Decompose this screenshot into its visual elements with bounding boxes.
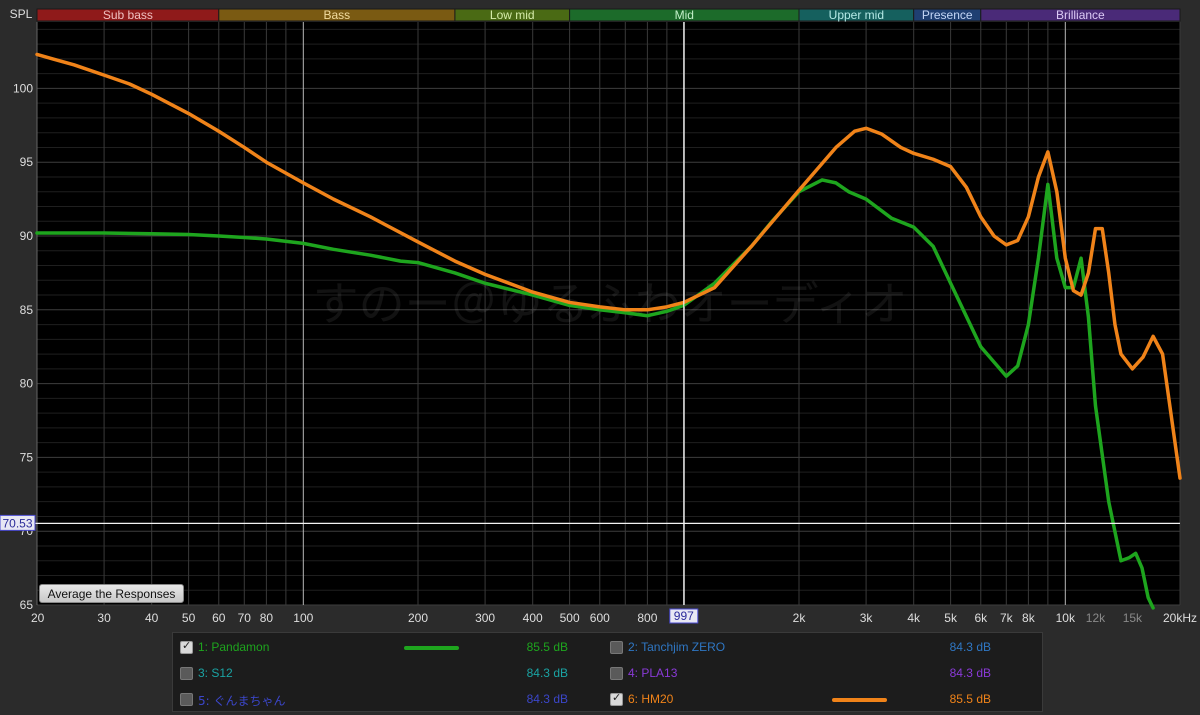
x-tick-60: 60	[212, 611, 226, 625]
legend-value-gunmachan: 84.3 dB	[526, 692, 568, 706]
x-tick-50: 50	[182, 611, 196, 625]
checkbox-pla13[interactable]	[610, 667, 623, 680]
x-tick-8k: 8k	[1022, 611, 1036, 625]
band-label-upper-mid: Upper mid	[829, 8, 884, 22]
y-tick-80: 80	[20, 377, 34, 391]
legend-value-pla13: 84.3 dB	[949, 666, 991, 680]
x-tick-6k: 6k	[974, 611, 988, 625]
x-tick-100: 100	[293, 611, 313, 625]
x-tick-20: 20	[31, 611, 45, 625]
legend-item-2[interactable]: 2: Tanchjim ZERO 84.3 dB	[610, 637, 1030, 657]
legend-item-1[interactable]: 1: Pandamon 85.5 dB	[180, 637, 600, 657]
legend-value-s12: 84.3 dB	[526, 666, 568, 680]
y-tick-95: 95	[20, 155, 34, 169]
band-label-brilliance: Brilliance	[1056, 8, 1105, 22]
legend-label-hm20: 6: HM20	[628, 692, 674, 706]
legend-label-tanchjim-zero: 2: Tanchjim ZERO	[628, 640, 726, 654]
y-tick-100: 100	[13, 81, 33, 95]
legend-item-5[interactable]: 5: ぐんまちゃん 84.3 dB	[180, 689, 600, 709]
band-label-low-mid: Low mid	[490, 8, 535, 22]
x-tick-15k: 15k	[1123, 611, 1143, 625]
legend-panel: 1: Pandamon 85.5 dB 2: Tanchjim ZERO 84.…	[172, 632, 1043, 712]
x-tick-20khz: 20kHz	[1163, 611, 1197, 625]
y-tick-90: 90	[20, 229, 34, 243]
legend-swatch-pandamon	[404, 646, 459, 650]
x-axis-ticks: 20 30 40 50 60 70 80 100 200 300 400 500 600 800 2k 3k 4…	[31, 611, 1197, 625]
legend-value-tanchjim-zero: 84.3 dB	[949, 640, 991, 654]
x-tick-40: 40	[145, 611, 159, 625]
x-tick-200: 200	[408, 611, 428, 625]
band-label-mid: Mid	[675, 8, 694, 22]
frequency-response-chart[interactable]: Sub bass Bass Low mid Mid Upper mid Presence B…	[0, 0, 1200, 632]
x-tick-70: 70	[238, 611, 252, 625]
legend-label-gunmachan: 5: ぐんまちゃん	[198, 694, 286, 708]
y-tick-65: 65	[20, 598, 34, 612]
legend-item-6[interactable]: 6: HM20 85.5 dB	[610, 689, 1030, 709]
x-tick-30: 30	[97, 611, 111, 625]
watermark: すのー＠ゆるふわオーディオ	[313, 277, 908, 331]
checkbox-pandamon[interactable]	[180, 639, 193, 654]
band-label-bass: Bass	[324, 8, 351, 22]
legend-value-hm20: 85.5 dB	[949, 692, 991, 706]
frequency-bands: Sub bass Bass Low mid Mid Upper mid Presence B…	[36, 8, 1181, 22]
checkbox-s12[interactable]	[180, 667, 193, 680]
x-tick-3k: 3k	[860, 611, 874, 625]
y-tick-75: 75	[20, 450, 34, 464]
x-tick-300: 300	[475, 611, 495, 625]
y-tick-85: 85	[20, 303, 34, 317]
checkbox-gunmachan[interactable]	[180, 693, 193, 706]
checkbox-hm20[interactable]	[610, 691, 623, 706]
x-tick-7k: 7k	[1000, 611, 1014, 625]
y-axis-label: SPL	[10, 7, 33, 21]
x-tick-400: 400	[523, 611, 543, 625]
x-tick-80: 80	[260, 611, 274, 625]
x-tick-5k: 5k	[944, 611, 958, 625]
legend-swatch-hm20	[832, 698, 887, 702]
x-tick-600: 600	[590, 611, 610, 625]
x-tick-800: 800	[637, 611, 657, 625]
band-label-presence: Presence	[922, 8, 973, 22]
cursor-x-readout: 997	[674, 609, 694, 623]
checkbox-tanchjim-zero[interactable]	[610, 641, 623, 654]
legend-label-pla13: 4: PLA13	[628, 666, 678, 680]
legend-item-4[interactable]: 4: PLA13 84.3 dB	[610, 663, 1030, 683]
legend-value-pandamon: 85.5 dB	[526, 640, 568, 654]
x-tick-500: 500	[560, 611, 580, 625]
legend-label-pandamon: 1: Pandamon	[198, 640, 270, 654]
cursor-y-readout: 70.53	[2, 516, 32, 530]
band-label-sub-bass: Sub bass	[103, 8, 153, 22]
x-tick-2k: 2k	[793, 611, 807, 625]
x-tick-12k: 12k	[1086, 611, 1106, 625]
legend-item-3[interactable]: 3: S12 84.3 dB	[180, 663, 600, 683]
y-axis-ticks: 10095908580757065	[13, 81, 33, 612]
x-tick-4k: 4k	[907, 611, 921, 625]
legend-label-s12: 3: S12	[198, 666, 233, 680]
x-tick-10k: 10k	[1056, 611, 1076, 625]
average-responses-button[interactable]: Average the Responses	[39, 584, 184, 603]
